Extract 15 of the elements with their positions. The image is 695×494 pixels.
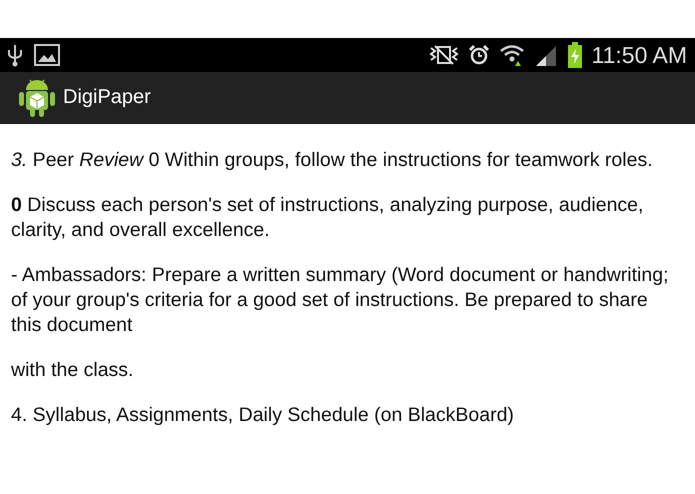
app-title: DigiPaper: [63, 86, 151, 109]
wifi-icon: [498, 43, 525, 67]
paragraph: 4. Syllabus, Assignments, Daily Schedule (on BlackBoard): [11, 403, 515, 428]
android-robot-icon[interactable]: [19, 78, 55, 118]
status-time: 11:50 AM: [592, 42, 687, 68]
image-icon: [34, 44, 60, 66]
signal-icon: [534, 44, 558, 66]
paragraph: - Ambassadors: Prepare a written summary (Word document or handwriting; of your group's criteria for a good set of instructions. Be prepared to share this document: [11, 263, 670, 338]
battery-icon: [566, 42, 583, 68]
alarm-icon: [468, 44, 490, 66]
paragraph: with the class.: [11, 358, 134, 383]
mute-vibrate-icon: [428, 44, 459, 66]
usb-icon: [6, 43, 24, 67]
paragraph: 3. Peer Review 0 Within groups, follow the instructions for teamwork roles.: [11, 148, 654, 173]
paragraph: 0 Discuss each person's set of instructions, analyzing purpose, audience, clarity, and overall excellence.: [11, 193, 644, 243]
